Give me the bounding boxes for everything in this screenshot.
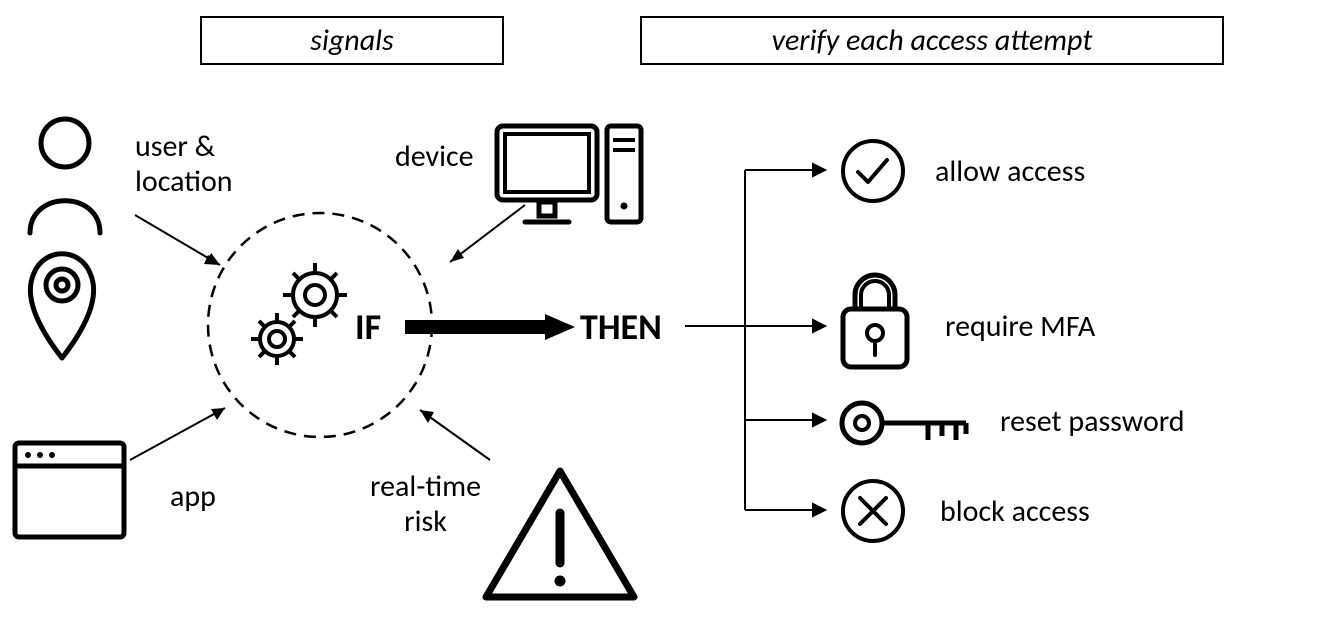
location-pin-icon — [22, 248, 102, 363]
app-window-icon — [12, 440, 127, 540]
arrow-user-to-engine — [130, 210, 240, 280]
if-then-arrow — [405, 312, 575, 342]
keyword-then: THEN — [580, 305, 662, 349]
keyword-if: IF — [355, 305, 381, 349]
arrow-app-to-engine — [125, 400, 245, 470]
warning-icon — [480, 465, 640, 605]
header-signals: signals — [200, 16, 504, 65]
label-app: app — [170, 480, 216, 515]
lock-icon — [835, 265, 915, 375]
label-mfa: require MFA — [945, 310, 1095, 345]
arrow-device-to-engine — [430, 200, 540, 280]
diagram-stage: signals verify each access attempt — [0, 0, 1340, 619]
key-icon — [838, 398, 978, 448]
outcome-branch-lines — [685, 150, 855, 530]
label-block: block access — [940, 495, 1090, 530]
arrow-risk-to-engine — [405, 400, 505, 470]
label-reset: reset password — [1000, 405, 1185, 440]
gears-icon — [245, 255, 355, 375]
x-circle-icon — [840, 478, 906, 544]
label-allow: allow access — [935, 155, 1085, 190]
label-user-location: user & location — [135, 130, 233, 199]
header-verify: verify each access attempt — [640, 16, 1224, 65]
check-circle-icon — [840, 138, 906, 204]
label-device: device — [395, 140, 474, 175]
label-risk: real-time risk — [370, 470, 481, 539]
user-icon — [20, 115, 110, 235]
